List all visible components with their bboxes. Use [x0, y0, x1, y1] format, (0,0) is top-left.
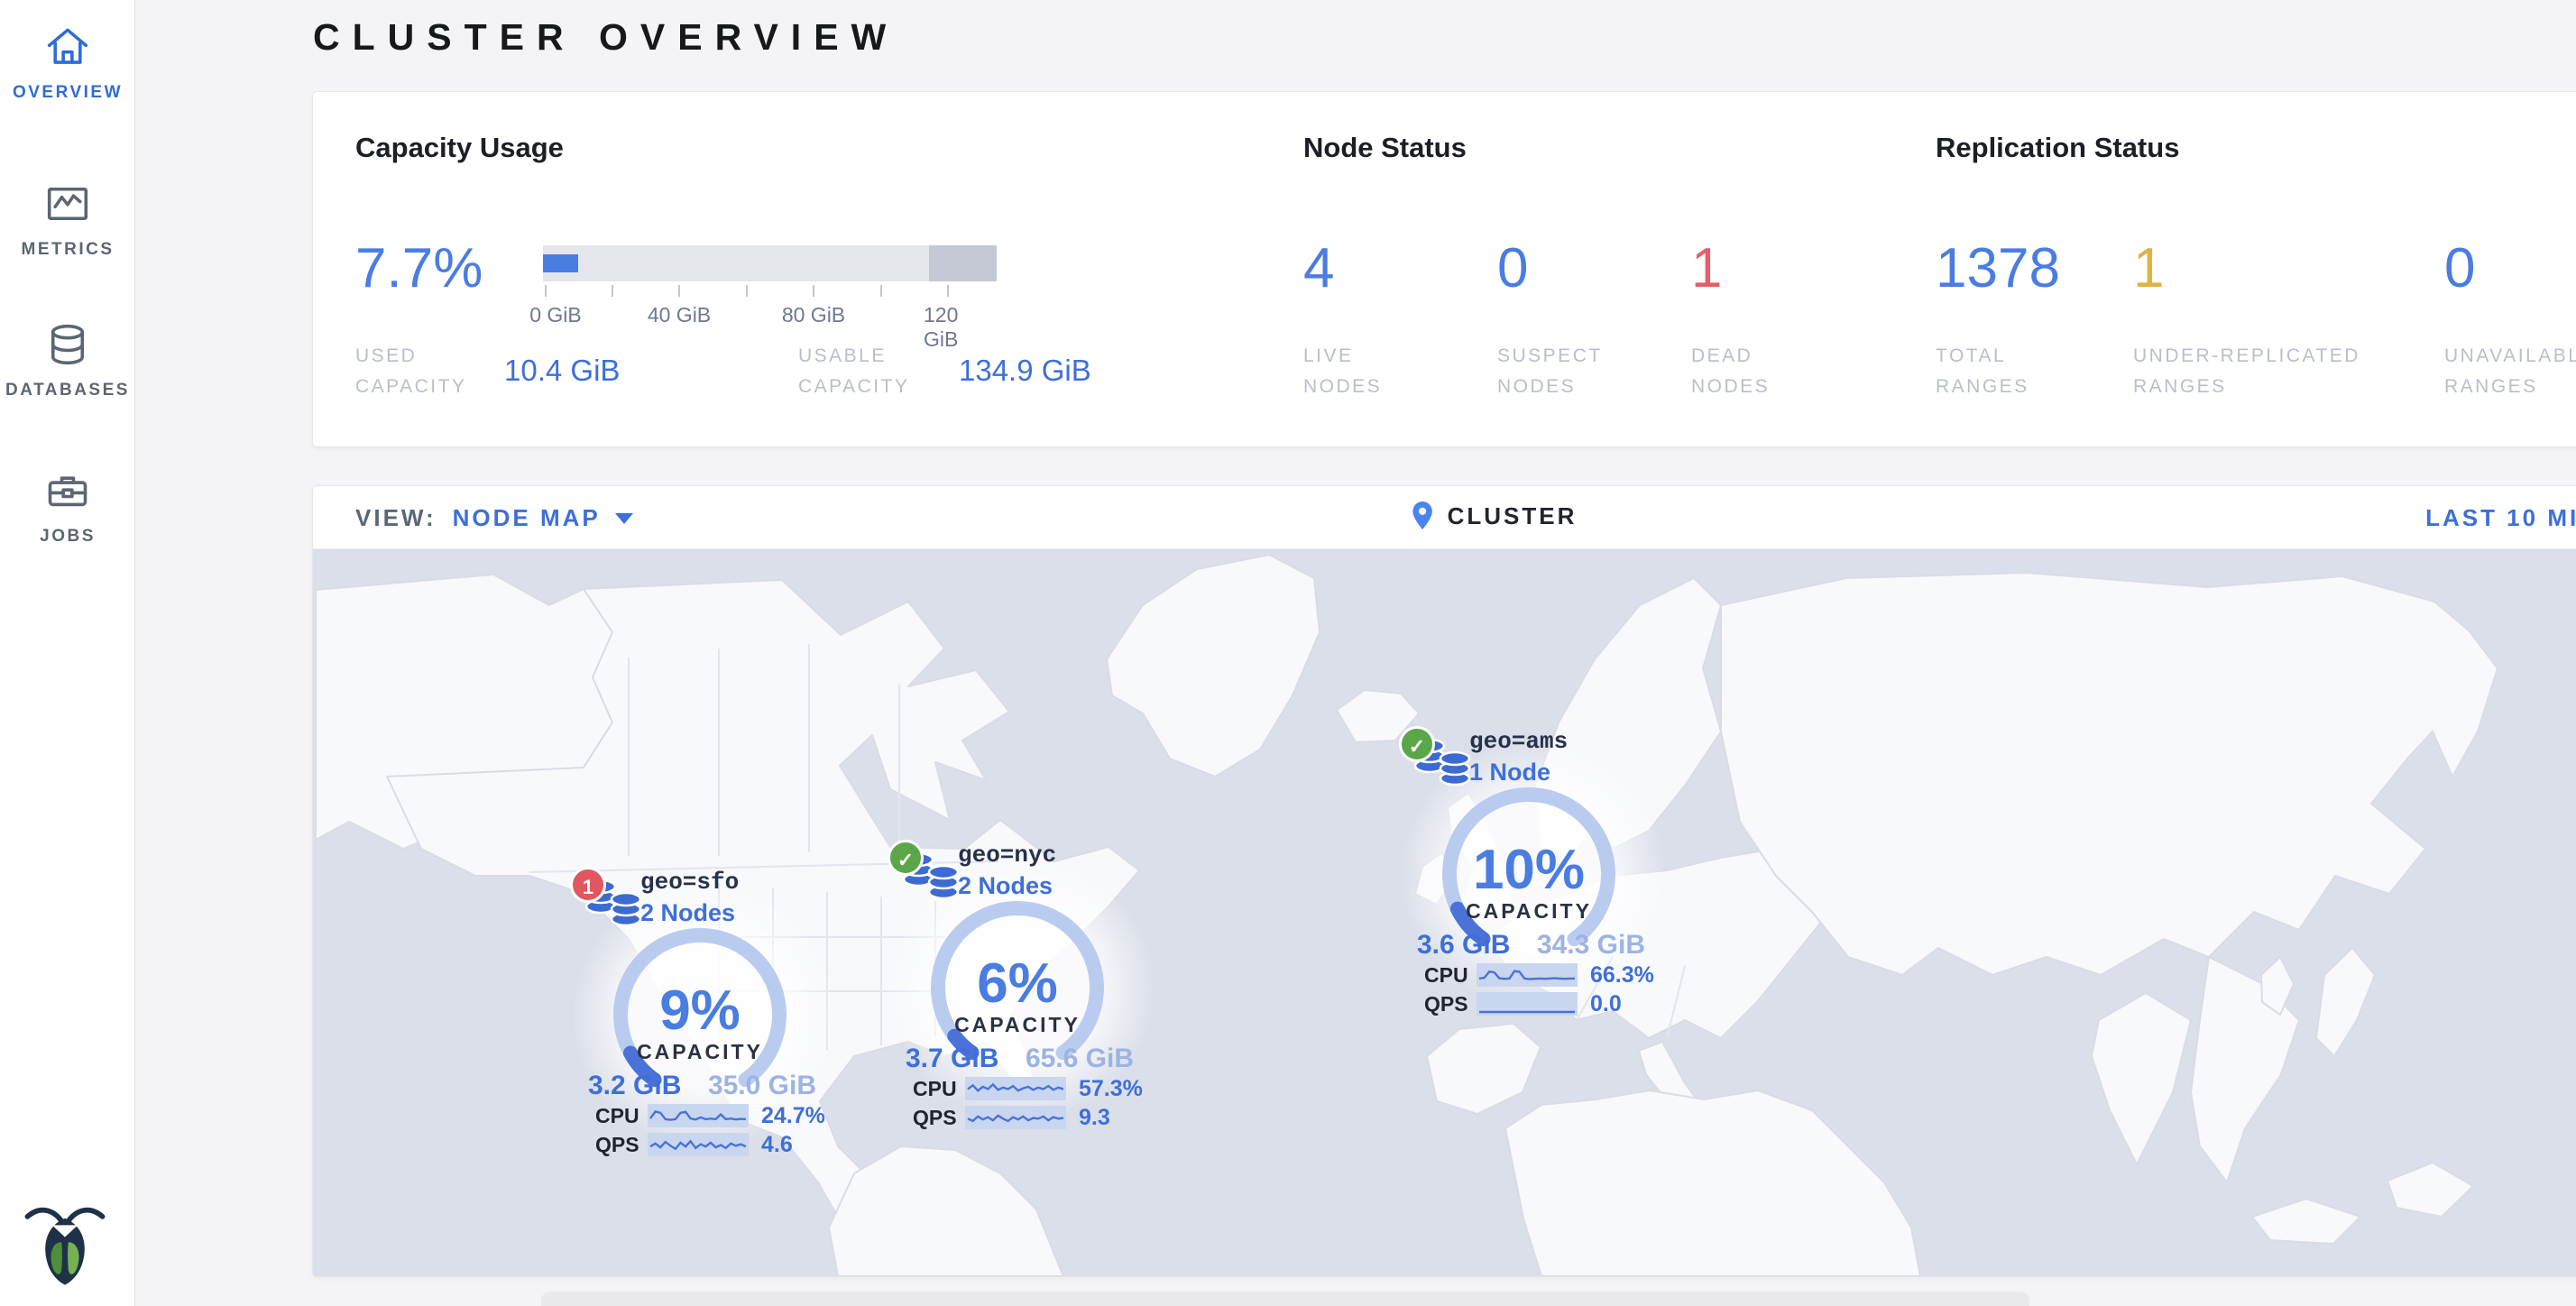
chevron-down-icon — [615, 513, 633, 524]
cpu-sparkline — [965, 1077, 1066, 1100]
used-capacity-stat: USED CAPACITY 10.4 GiB — [355, 341, 620, 402]
unavailable-ranges-value: 0 — [2444, 236, 2475, 300]
map-toolbar: VIEW: NODE MAP CLUSTER LAST 10 MIN — [313, 486, 2576, 549]
qps-value: 4.6 — [761, 1132, 793, 1158]
node-total-capacity: 35.0 GiB — [708, 1071, 816, 1101]
healthy-node-badge: ✓ — [1399, 726, 1435, 762]
metrics-icon — [44, 180, 91, 227]
usable-capacity-stat: USABLE CAPACITY 134.9 GiB — [798, 341, 1091, 402]
cpu-label: CPU — [1424, 963, 1477, 988]
node-locality: geo=nyc — [958, 842, 1056, 869]
under-replicated-ranges-value: 1 — [2133, 236, 2164, 300]
dead-nodes-value: 1 — [1691, 236, 1722, 300]
view-selector[interactable]: VIEW: NODE MAP — [355, 504, 633, 532]
capacity-bar-labels: 0 GiB 40 GiB 80 GiB 120 GiB — [543, 301, 997, 325]
node-total-capacity: 34.3 GiB — [1537, 930, 1645, 961]
page-title: CLUSTER OVERVIEW — [313, 16, 898, 59]
unavailable-ranges-label: UNAVAILABLE RANGES — [2444, 341, 2576, 402]
sidebar-item-jobs[interactable]: JOBS — [0, 467, 135, 547]
sidebar-item-metrics[interactable]: METRICS — [0, 180, 135, 260]
dead-node-badge: 1 — [570, 867, 606, 903]
capacity-bar-track — [543, 245, 997, 281]
cpu-value: 66.3% — [1590, 962, 1654, 989]
node-locality: geo=ams — [1469, 728, 1568, 755]
sidebar-item-label: METRICS — [0, 240, 135, 260]
replication-status-title: Replication Status — [1936, 132, 2179, 164]
capacity-bar-reserved — [929, 245, 997, 281]
cpu-value: 24.7% — [761, 1103, 825, 1129]
total-ranges-label: TOTAL RANGES — [1936, 341, 2029, 402]
node-map-card: VIEW: NODE MAP CLUSTER LAST 10 MIN — [313, 486, 2576, 1276]
used-capacity-value: 10.4 GiB — [504, 354, 620, 388]
node-used-capacity: 3.2 GiB — [588, 1071, 681, 1101]
gauge-percent: 6% — [895, 952, 1140, 1016]
qps-value: 9.3 — [1079, 1105, 1110, 1131]
node-total-capacity: 65.6 GiB — [1026, 1044, 1134, 1074]
tick-label: 40 GiB — [648, 303, 711, 327]
view-label: VIEW: — [355, 504, 437, 532]
breadcrumb-cluster: CLUSTER — [1448, 502, 1578, 530]
location-pin-icon — [1410, 500, 1435, 532]
sidebar-item-overview[interactable]: OVERVIEW — [0, 23, 135, 103]
qps-label: QPS — [913, 1106, 965, 1130]
cpu-value: 57.3% — [1079, 1076, 1143, 1102]
capacity-used-percent: 7.7% — [355, 236, 483, 300]
gauge-caption: CAPACITY — [577, 1040, 823, 1064]
cockroachdb-logo[interactable] — [20, 1200, 110, 1293]
databases-icon — [44, 321, 91, 368]
under-replicated-ranges-label: UNDER-REPLICATED RANGES — [2133, 341, 2360, 402]
capacity-bar-ticks — [543, 285, 997, 301]
world-map[interactable]: 1 geo=sfo 2 Nodes 9% CAPACITY 3.2 GiB 35… — [313, 549, 2576, 1276]
sidebar-item-label: JOBS — [0, 527, 135, 547]
node-status-title: Node Status — [1303, 132, 1467, 164]
gauge-caption: CAPACITY — [895, 1013, 1140, 1037]
jobs-icon — [44, 467, 91, 514]
home-icon — [44, 23, 91, 70]
qps-label: QPS — [595, 1133, 648, 1157]
healthy-node-badge: ✓ — [888, 840, 924, 876]
tick-label: 0 GiB — [529, 303, 582, 327]
time-range-dropdown[interactable]: LAST 10 MIN — [2425, 504, 2576, 532]
usable-capacity-value: 134.9 GiB — [959, 354, 1091, 388]
cpu-label: CPU — [595, 1104, 648, 1128]
gauge-percent: 9% — [577, 979, 823, 1043]
live-nodes-value: 4 — [1303, 236, 1334, 300]
cluster-summary-card: Capacity Usage 7.7% 0 GiB 40 GiB 80 GiB … — [313, 92, 2576, 446]
cpu-sparkline — [648, 1104, 749, 1127]
capacity-bar: 0 GiB 40 GiB 80 GiB 120 GiB — [543, 245, 997, 325]
suspect-nodes-label: SUSPECT NODES — [1497, 341, 1603, 402]
breadcrumb[interactable]: CLUSTER — [1410, 500, 1578, 532]
view-dropdown[interactable]: NODE MAP — [453, 504, 633, 532]
qps-sparkline — [965, 1106, 1066, 1129]
capacity-usage-title: Capacity Usage — [355, 132, 564, 164]
next-card-edge — [541, 1292, 2029, 1306]
suspect-nodes-value: 0 — [1497, 236, 1528, 300]
qps-value: 0.0 — [1590, 991, 1622, 1017]
used-capacity-label: USED CAPACITY — [355, 341, 504, 402]
map-node-nyc[interactable]: ✓ geo=nyc 2 Nodes 6% CAPACITY 3.7 GiB 65… — [895, 840, 1156, 1137]
gauge-percent: 10% — [1406, 838, 1651, 902]
node-used-capacity: 3.7 GiB — [906, 1044, 998, 1074]
capacity-bar-fill — [543, 254, 578, 272]
sidebar-item-databases[interactable]: DATABASES — [0, 321, 135, 400]
usable-capacity-label: USABLE CAPACITY — [798, 341, 959, 402]
cpu-sparkline — [1477, 963, 1578, 987]
live-nodes-label: LIVE NODES — [1303, 341, 1382, 402]
map-node-sfo[interactable]: 1 geo=sfo 2 Nodes 9% CAPACITY 3.2 GiB 35… — [577, 867, 839, 1164]
map-node-ams[interactable]: ✓ geo=ams 1 Node 10% CAPACITY 3.6 GiB 34… — [1406, 726, 1668, 1024]
sidebar: OVERVIEW METRICS DATABASES — [0, 0, 135, 1306]
gauge-caption: CAPACITY — [1406, 899, 1651, 924]
cpu-label: CPU — [913, 1077, 965, 1101]
total-ranges-value: 1378 — [1936, 236, 2060, 300]
node-used-capacity: 3.6 GiB — [1417, 930, 1510, 961]
dead-nodes-label: DEAD NODES — [1691, 341, 1770, 402]
qps-label: QPS — [1424, 992, 1477, 1016]
node-locality: geo=sfo — [640, 869, 739, 896]
qps-sparkline — [648, 1133, 749, 1156]
tick-label: 80 GiB — [782, 303, 845, 327]
sidebar-item-label: OVERVIEW — [0, 83, 135, 103]
qps-sparkline — [1477, 992, 1578, 1016]
sidebar-item-label: DATABASES — [0, 381, 135, 400]
